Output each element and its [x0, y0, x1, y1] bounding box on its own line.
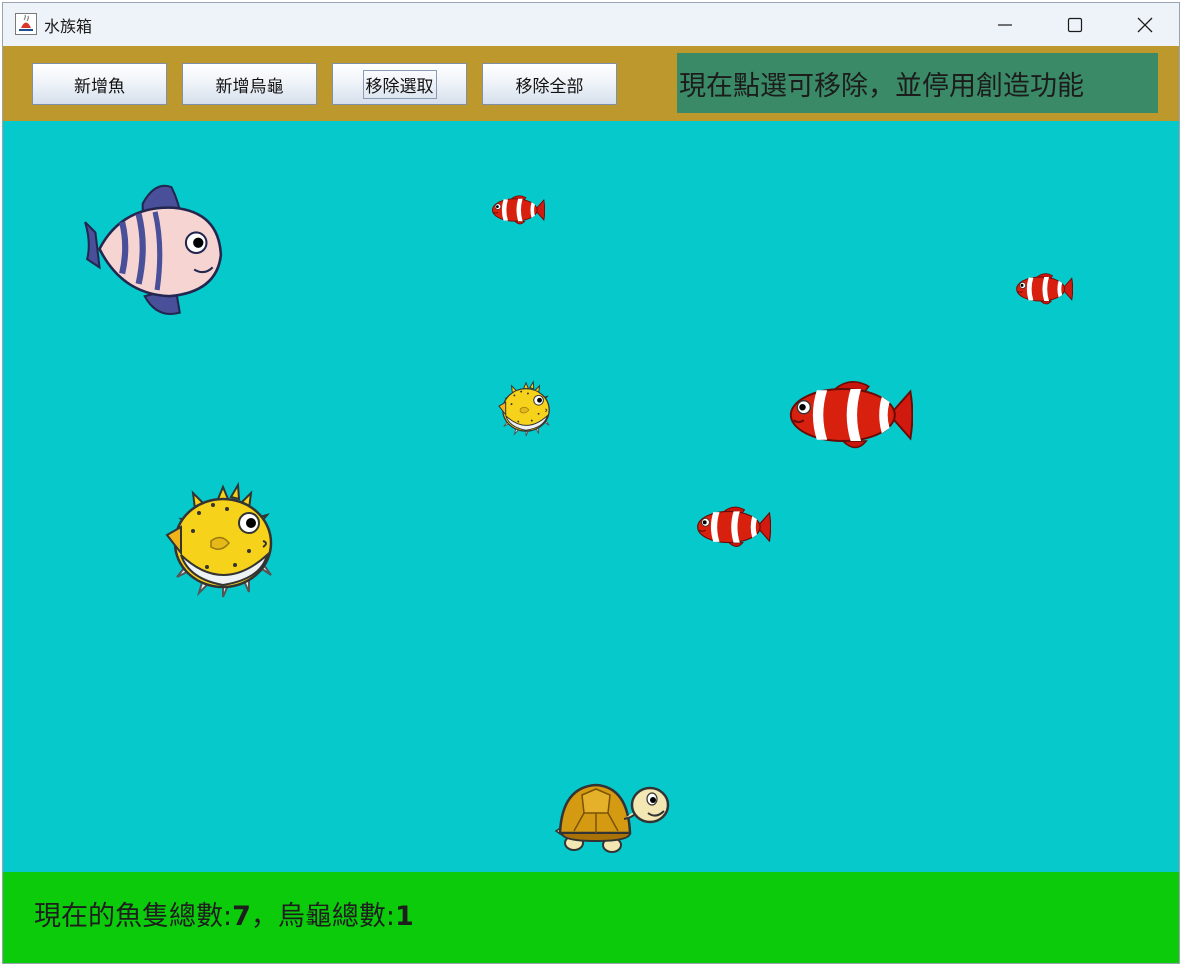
- clownfish-icon[interactable]: [693, 503, 771, 551]
- minimize-icon: [998, 23, 1012, 26]
- add-turtle-label: 新增烏龜: [215, 76, 284, 97]
- fish-count-value: 7: [232, 901, 251, 932]
- add-turtle-button[interactable]: 新增烏龜: [182, 63, 317, 105]
- app-window: 水族箱 新增魚 新增烏龜 移除選取 移除全部 現在點選可移除，並停用創造功能 現…: [2, 2, 1180, 964]
- java-cup-icon: [15, 13, 37, 35]
- window-title: 水族箱: [44, 17, 93, 36]
- toolbar: 新增魚 新增烏龜 移除選取 移除全部 現在點選可移除，並停用創造功能: [3, 46, 1179, 121]
- remove-all-label: 移除全部: [515, 76, 584, 97]
- title-bar: 水族箱: [3, 3, 1179, 46]
- clownfish-icon[interactable]: [783, 375, 913, 455]
- remove-selected-button[interactable]: 移除選取: [332, 63, 467, 105]
- turtle-count-value: 1: [395, 901, 414, 932]
- mode-status-panel: 現在點選可移除，並停用創造功能: [677, 53, 1158, 113]
- maximize-button[interactable]: [1041, 3, 1109, 46]
- add-fish-button[interactable]: 新增魚: [32, 63, 167, 105]
- close-icon: [1137, 17, 1153, 32]
- minimize-button[interactable]: [971, 3, 1039, 46]
- close-button[interactable]: [1111, 3, 1179, 46]
- maximize-icon: [1067, 17, 1083, 32]
- fish-count-label: 現在的魚隻總數:: [34, 901, 233, 932]
- clownfish-icon[interactable]: [489, 193, 545, 227]
- pufferfish-icon[interactable]: [161, 479, 285, 599]
- remove-selected-label: 移除選取: [362, 69, 437, 99]
- creature-count-text: 現在的魚隻總數:7，烏龜總數:1: [34, 894, 414, 933]
- remove-all-button[interactable]: 移除全部: [482, 63, 617, 105]
- count-separator: ，: [250, 901, 278, 932]
- add-fish-label: 新增魚: [74, 76, 125, 97]
- mode-status-text: 現在點選可移除，並停用創造功能: [679, 70, 1084, 102]
- turtle-count-label: 烏龜總數:: [277, 901, 396, 932]
- clownfish-icon[interactable]: [1013, 271, 1073, 307]
- aquarium-tank[interactable]: [3, 121, 1179, 872]
- striped-fish-icon[interactable]: [81, 181, 225, 325]
- status-footer: 現在的魚隻總數:7，烏龜總數:1: [3, 872, 1179, 963]
- turtle-icon[interactable]: [551, 777, 673, 857]
- pufferfish-icon[interactable]: [497, 379, 555, 437]
